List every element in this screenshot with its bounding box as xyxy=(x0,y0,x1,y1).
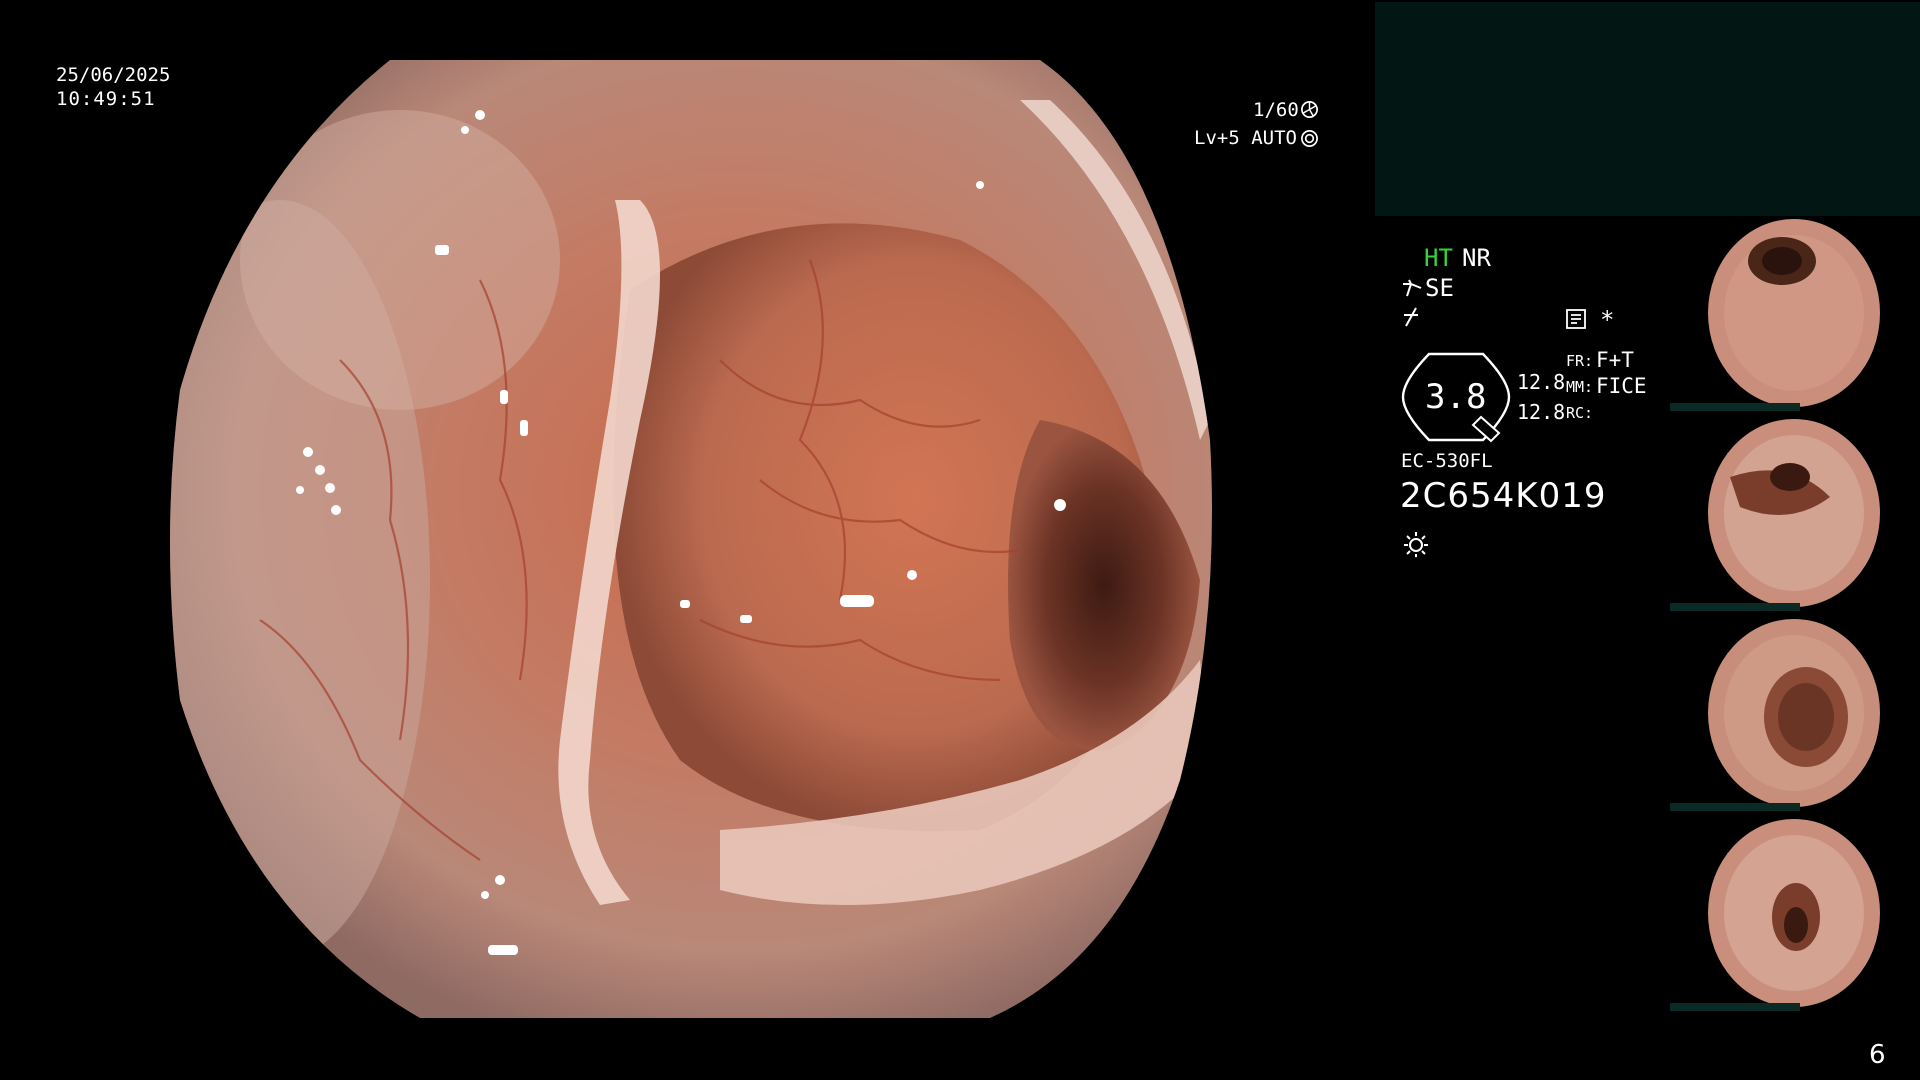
fr-value: F+T xyxy=(1596,348,1634,372)
time-text: 10:49:51 xyxy=(56,88,156,110)
value-top: 12.8 xyxy=(1517,370,1566,394)
enhance-icon xyxy=(1403,279,1422,297)
shutter-speed-text: 1/60 xyxy=(1253,99,1299,121)
brightness-level-text: Lv+5 AUTO xyxy=(1194,127,1297,149)
thumbnail-3[interactable] xyxy=(1670,617,1920,815)
ht-indicator: HT xyxy=(1424,244,1453,272)
shutter-icon xyxy=(1301,101,1318,118)
date-text: 25/06/2025 xyxy=(56,64,171,86)
thumbnail-image xyxy=(1670,419,1880,611)
auto-iris-icon xyxy=(1301,130,1318,147)
fr-label: FR: xyxy=(1566,352,1594,370)
thumbnail-image xyxy=(1670,619,1880,811)
thumbnail-image xyxy=(1670,819,1880,1011)
scope-serial-text: 2C654K019 xyxy=(1400,476,1607,516)
thumbnail-2[interactable] xyxy=(1670,417,1920,615)
mm-value: FICE xyxy=(1596,374,1647,398)
value-bottom: 12.8 xyxy=(1517,400,1566,424)
mm-label: MM: xyxy=(1566,378,1594,396)
se-indicator: SE xyxy=(1425,274,1454,302)
scope-model-text: EC-530FL xyxy=(1401,450,1493,472)
star-indicator: * xyxy=(1600,306,1615,334)
light-icon xyxy=(1404,532,1428,557)
thumbnail-1[interactable] xyxy=(1670,217,1920,415)
nr-indicator: NR xyxy=(1462,244,1491,272)
frequency-icon xyxy=(1404,307,1418,327)
thumbnail-4[interactable] xyxy=(1670,817,1920,1015)
zoom-value: 3.8 xyxy=(1425,377,1487,417)
main-endoscope-image xyxy=(170,60,1212,1018)
rc-label: RC: xyxy=(1566,404,1594,422)
main-endoscope-view xyxy=(160,60,1215,1018)
memo-icon xyxy=(1566,309,1586,329)
page-number: 6 xyxy=(1869,1040,1886,1070)
thumbnail-image xyxy=(1670,219,1880,411)
info-panel-header xyxy=(1375,2,1920,216)
